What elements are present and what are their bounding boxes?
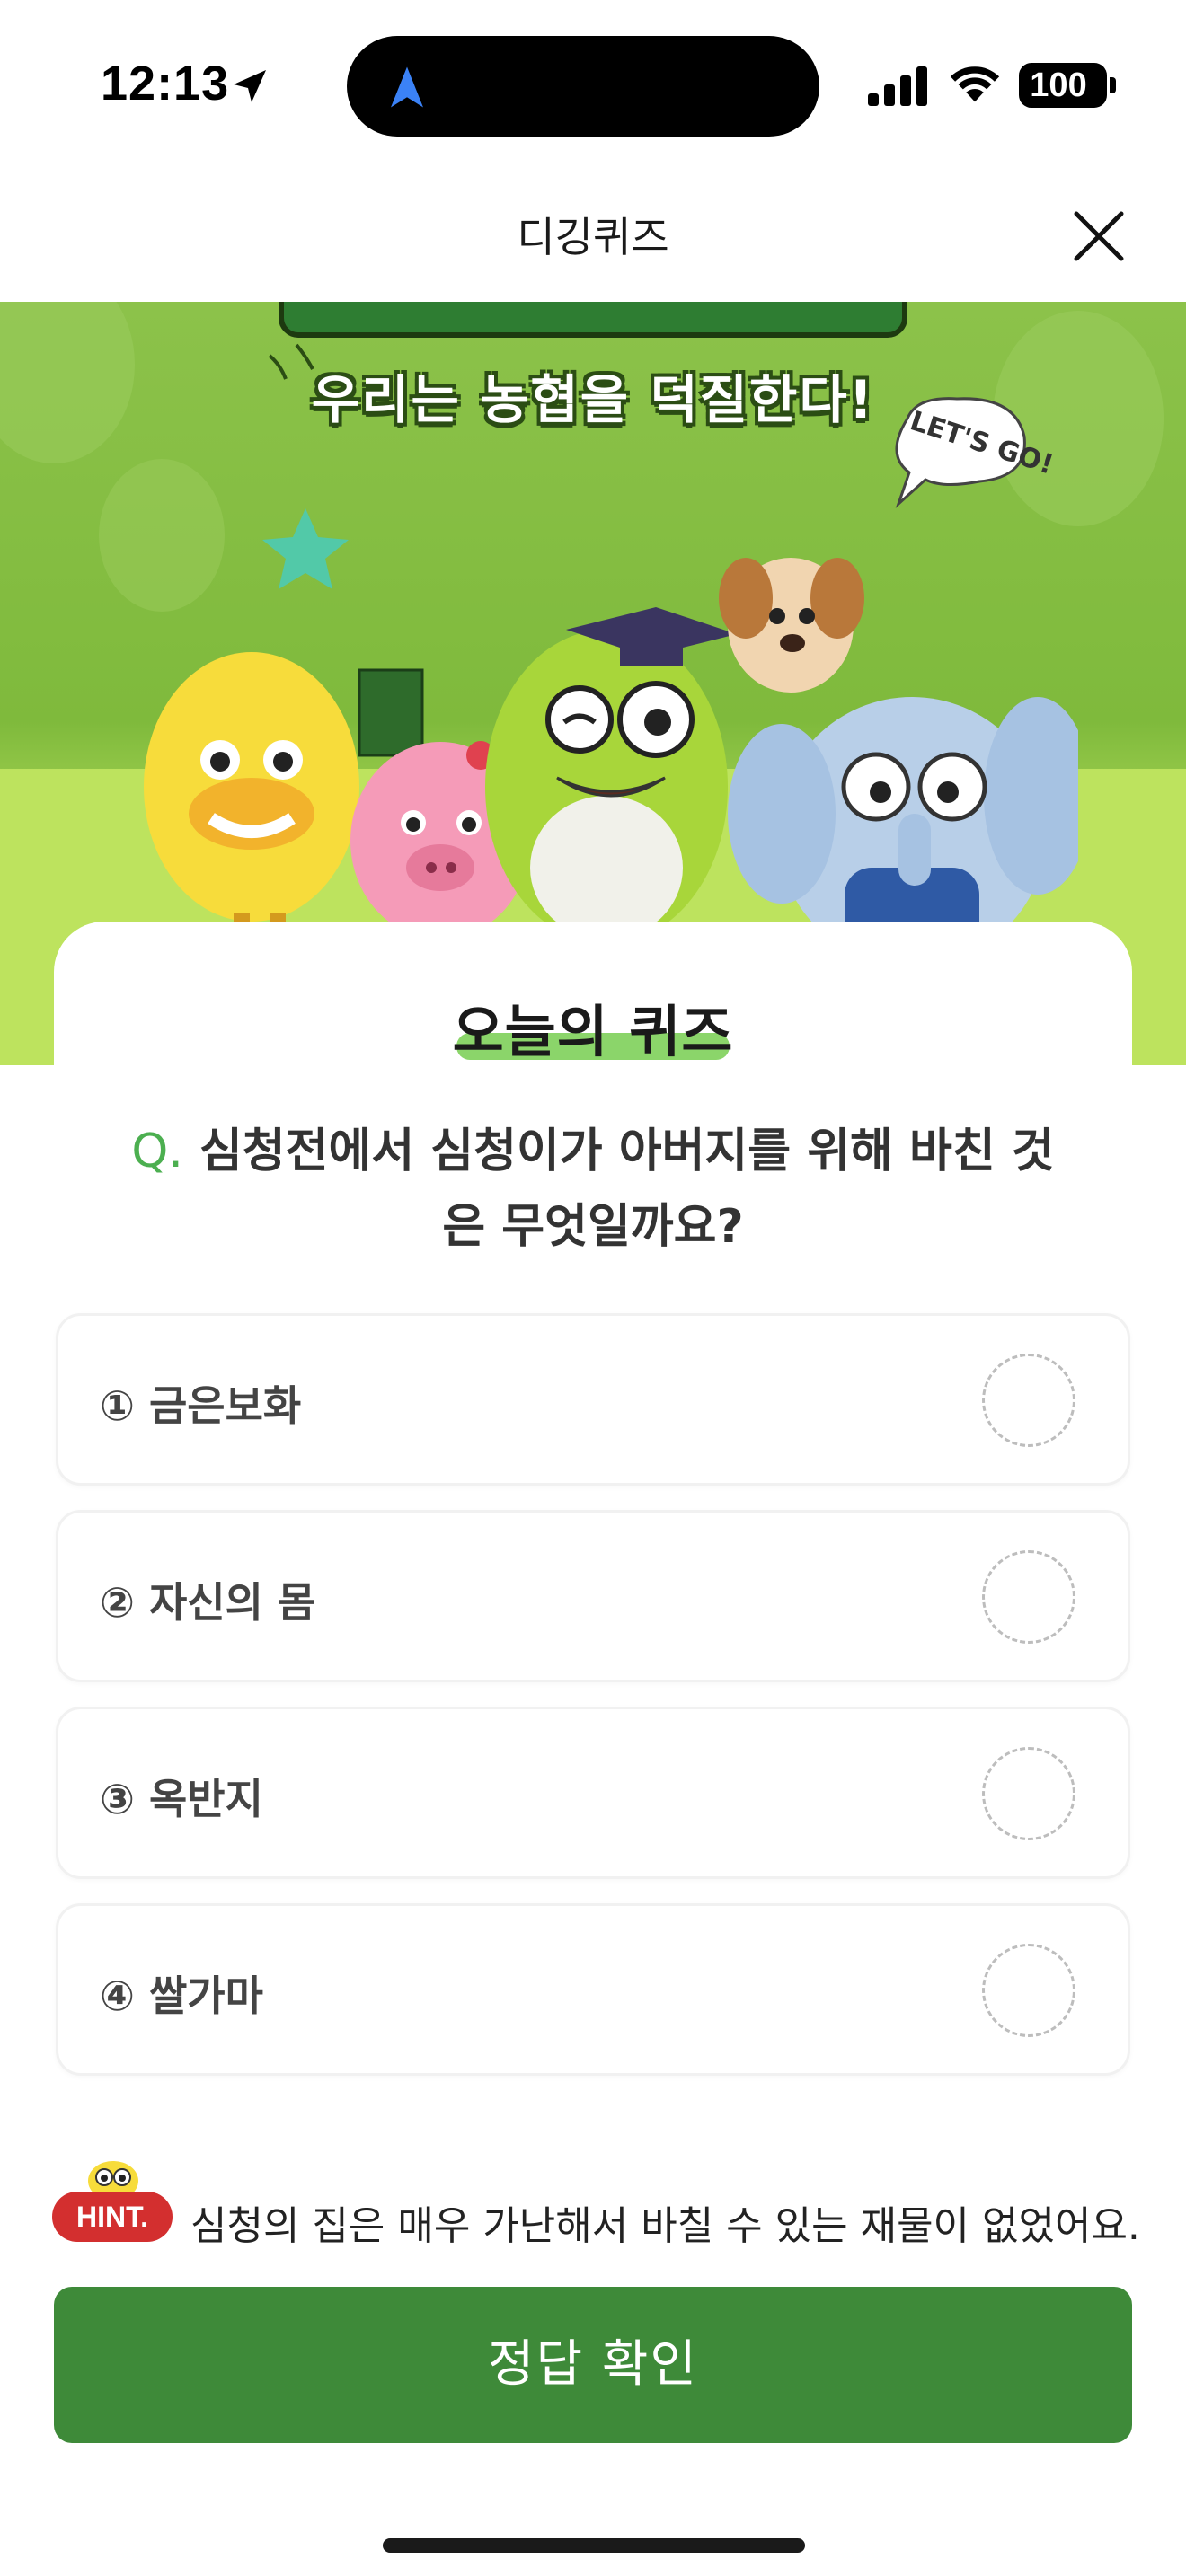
hint-badge: HINT. [52,2192,173,2242]
page-title: 디깅퀴즈 [517,213,669,261]
wifi-icon [950,66,1000,102]
home-indicator[interactable] [383,2538,805,2553]
answer-option-2[interactable]: ② 자신의 몸 [56,1510,1130,1682]
hint-text: 심청의 집은 매우 가난해서 바칠 수 있는 재물이 없었어요. [190,2203,1140,2249]
answer-option-label: ② 자신의 몸 [100,1578,316,1627]
app-header: 디깅퀴즈 [0,171,1186,302]
dynamic-island [347,36,819,137]
answer-option-1[interactable]: ① 금은보화 [56,1313,1130,1486]
status-bar: 12:13 100 [0,0,1186,171]
quiz-title: 오늘의 퀴즈 [452,999,734,1064]
navigation-arrow-icon [391,66,423,108]
battery-icon: 100 [1019,63,1116,108]
close-icon[interactable] [1067,205,1130,268]
quiz-question: Q. 심청전에서 심청이가 아버지를 위해 바친 것은 무엇일까요? [117,1114,1069,1265]
check-answer-button[interactable]: 정답 확인 [54,2287,1132,2443]
answer-option-4[interactable]: ④ 쌀가마 [56,1903,1130,2076]
answer-radio[interactable] [982,1944,1075,2037]
cellular-signal-icon [868,66,927,106]
answer-option-3[interactable]: ③ 옥반지 [56,1707,1130,1879]
banner-logo [279,302,907,338]
answer-option-label: ① 금은보화 [100,1381,302,1430]
battery-level: 100 [1030,66,1087,104]
question-text: 심청전에서 심청이가 아버지를 위해 바친 것은 무엇일까요? [199,1125,1055,1254]
answer-radio[interactable] [982,1354,1075,1447]
status-time: 12:13 [101,57,230,110]
question-prefix: Q. [131,1125,183,1178]
answer-option-label: ④ 쌀가마 [100,1972,263,2020]
answer-radio[interactable] [982,1747,1075,1840]
hint-icon: HINT. [52,2154,174,2244]
quiz-title-wrap: 오늘의 퀴즈 [0,986,1186,1067]
location-arrow-icon [234,70,266,102]
answer-radio[interactable] [982,1550,1075,1644]
answer-option-label: ③ 옥반지 [100,1775,263,1823]
